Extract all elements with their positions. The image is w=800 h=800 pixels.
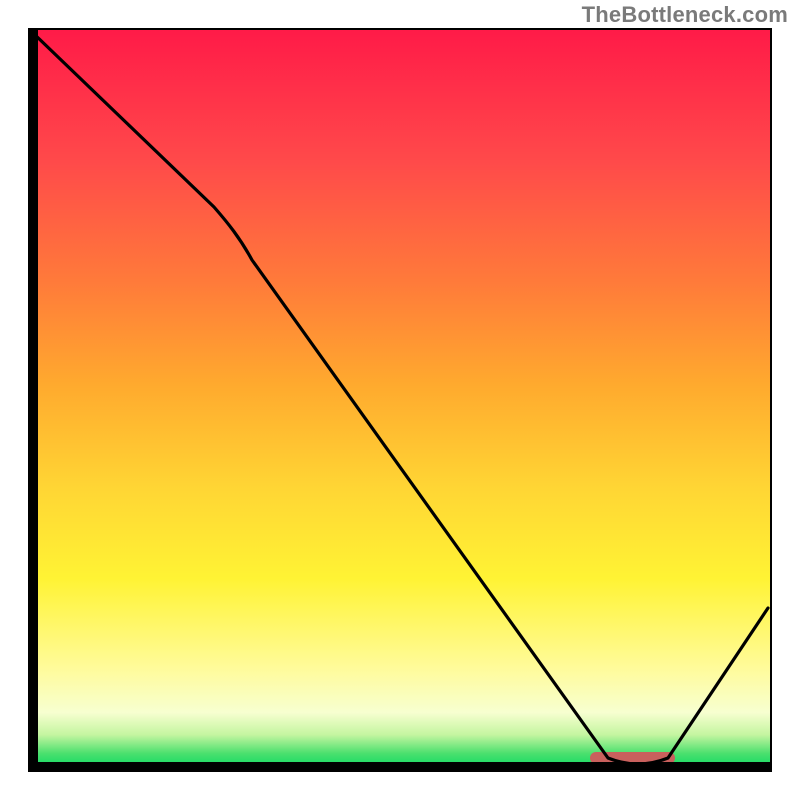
chart-container: TheBottleneck.com [0, 0, 800, 800]
plot-background-gradient [28, 28, 772, 772]
watermark-label: TheBottleneck.com [582, 2, 788, 28]
